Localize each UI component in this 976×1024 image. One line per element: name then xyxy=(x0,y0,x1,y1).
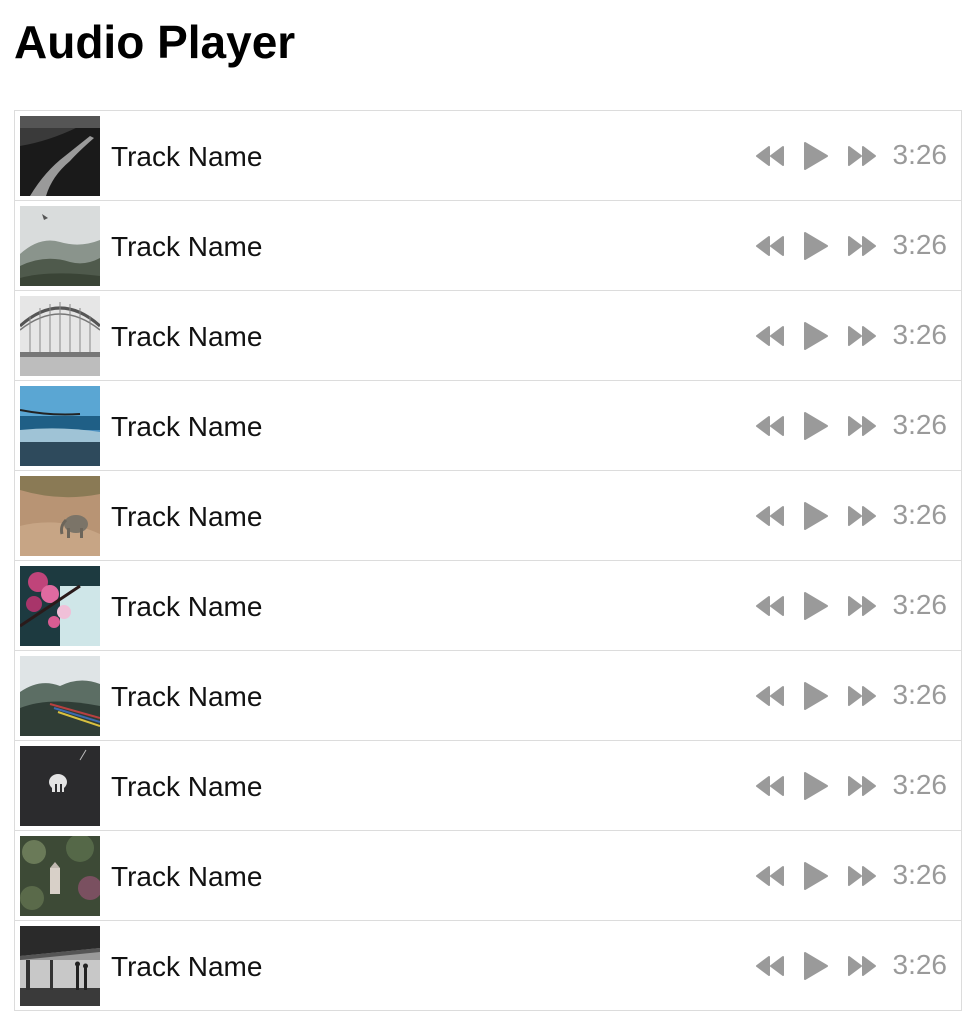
rewind-icon[interactable] xyxy=(755,865,785,887)
playback-controls: 3:26 xyxy=(755,471,948,560)
track-list: Track Name 3:26 Track Name 3:26 Track Na… xyxy=(14,110,962,1011)
track-name: Track Name xyxy=(111,411,263,442)
track-duration: 3:26 xyxy=(892,498,948,530)
album-art-thumbnail xyxy=(20,566,100,646)
rewind-icon[interactable] xyxy=(755,595,785,617)
play-icon[interactable] xyxy=(803,411,829,441)
play-icon[interactable] xyxy=(803,771,829,801)
track-duration: 3:26 xyxy=(892,858,948,890)
album-art-thumbnail xyxy=(20,746,100,826)
play-icon[interactable] xyxy=(803,951,829,981)
fast-forward-icon[interactable] xyxy=(847,505,877,527)
playback-controls: 3:26 xyxy=(755,381,948,470)
track-name: Track Name xyxy=(111,951,263,982)
track-duration: 3:26 xyxy=(892,768,948,800)
rewind-icon[interactable] xyxy=(755,505,785,527)
album-art-thumbnail xyxy=(20,656,100,736)
track-row[interactable]: Track Name 3:26 xyxy=(15,741,961,831)
rewind-icon[interactable] xyxy=(755,955,785,977)
track-duration: 3:26 xyxy=(892,228,948,260)
track-duration: 3:26 xyxy=(892,408,948,440)
track-name: Track Name xyxy=(111,501,263,532)
rewind-icon[interactable] xyxy=(755,415,785,437)
play-icon[interactable] xyxy=(803,681,829,711)
rewind-icon[interactable] xyxy=(755,235,785,257)
fast-forward-icon[interactable] xyxy=(847,775,877,797)
rewind-icon[interactable] xyxy=(755,685,785,707)
track-duration: 3:26 xyxy=(892,318,948,350)
track-name: Track Name xyxy=(111,591,263,622)
playback-controls: 3:26 xyxy=(755,741,948,830)
track-duration: 3:26 xyxy=(892,588,948,620)
play-icon[interactable] xyxy=(803,591,829,621)
play-icon[interactable] xyxy=(803,141,829,171)
album-art-thumbnail xyxy=(20,476,100,556)
track-duration: 3:26 xyxy=(892,678,948,710)
track-row[interactable]: Track Name 3:26 xyxy=(15,561,961,651)
album-art-thumbnail xyxy=(20,116,100,196)
track-name: Track Name xyxy=(111,231,263,262)
track-name: Track Name xyxy=(111,321,263,352)
track-row[interactable]: Track Name 3:26 xyxy=(15,471,961,561)
page-title: Audio Player xyxy=(14,16,296,68)
fast-forward-icon[interactable] xyxy=(847,865,877,887)
fast-forward-icon[interactable] xyxy=(847,685,877,707)
playback-controls: 3:26 xyxy=(755,291,948,380)
track-row[interactable]: Track Name 3:26 xyxy=(15,381,961,471)
track-row[interactable]: Track Name 3:26 xyxy=(15,921,961,1010)
play-icon[interactable] xyxy=(803,321,829,351)
playback-controls: 3:26 xyxy=(755,201,948,290)
album-art-thumbnail xyxy=(20,926,100,1006)
playback-controls: 3:26 xyxy=(755,561,948,650)
play-icon[interactable] xyxy=(803,231,829,261)
playback-controls: 3:26 xyxy=(755,651,948,740)
track-duration: 3:26 xyxy=(892,948,948,980)
fast-forward-icon[interactable] xyxy=(847,415,877,437)
album-art-thumbnail xyxy=(20,386,100,466)
album-art-thumbnail xyxy=(20,206,100,286)
playback-controls: 3:26 xyxy=(755,921,948,1010)
fast-forward-icon[interactable] xyxy=(847,595,877,617)
fast-forward-icon[interactable] xyxy=(847,235,877,257)
rewind-icon[interactable] xyxy=(755,325,785,347)
track-row[interactable]: Track Name 3:26 xyxy=(15,201,961,291)
track-row[interactable]: Track Name 3:26 xyxy=(15,831,961,921)
play-icon[interactable] xyxy=(803,501,829,531)
rewind-icon[interactable] xyxy=(755,145,785,167)
rewind-icon[interactable] xyxy=(755,775,785,797)
track-row[interactable]: Track Name 3:26 xyxy=(15,291,961,381)
fast-forward-icon[interactable] xyxy=(847,955,877,977)
track-row[interactable]: Track Name 3:26 xyxy=(15,651,961,741)
track-name: Track Name xyxy=(111,861,263,892)
play-icon[interactable] xyxy=(803,861,829,891)
playback-controls: 3:26 xyxy=(755,831,948,920)
album-art-thumbnail xyxy=(20,296,100,376)
track-row[interactable]: Track Name 3:26 xyxy=(15,111,961,201)
album-art-thumbnail xyxy=(20,836,100,916)
track-name: Track Name xyxy=(111,141,263,172)
track-name: Track Name xyxy=(111,681,263,712)
fast-forward-icon[interactable] xyxy=(847,325,877,347)
playback-controls: 3:26 xyxy=(755,111,948,200)
track-name: Track Name xyxy=(111,771,263,802)
fast-forward-icon[interactable] xyxy=(847,145,877,167)
track-duration: 3:26 xyxy=(892,138,948,170)
